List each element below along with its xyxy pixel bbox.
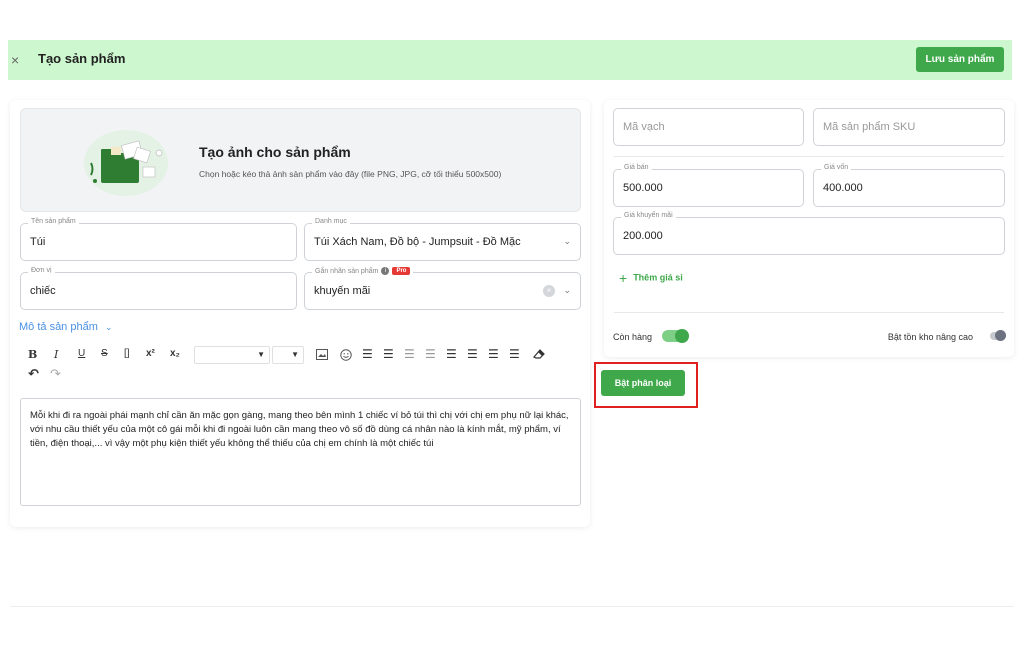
sell-price-field[interactable]: Giá bán 500.000 <box>613 164 804 207</box>
editor-toolbar: B I U S [] x² x₂ ▼ ▼ ☰ ☰ ☰ ☰ ☰ ☰ ☰ ☰ ↶ ↷ <box>20 346 580 396</box>
superscript-button[interactable]: x² <box>146 348 155 359</box>
product-name-label: Tên sản phẩm <box>28 218 79 225</box>
advanced-inventory-label: Bật tồn kho nâng cao <box>887 332 973 342</box>
unit-label: Đơn vị <box>28 267 55 274</box>
info-icon[interactable]: i <box>381 267 390 275</box>
align-center-icon[interactable]: ☰ <box>467 347 478 361</box>
italic-button[interactable]: I <box>54 348 58 361</box>
chevron-down-icon: ⌄ <box>563 285 571 295</box>
subscript-button[interactable]: x₂ <box>170 348 180 359</box>
page-title: Tạo sản phẩm <box>38 51 126 66</box>
save-product-button[interactable]: Lưu sản phẩm <box>916 47 1004 72</box>
align-left-icon[interactable]: ☰ <box>446 347 457 361</box>
align-right-icon[interactable]: ☰ <box>488 347 499 361</box>
bullet-list-icon[interactable]: ☰ <box>362 347 373 361</box>
cost-price-value: 400.000 <box>823 182 863 194</box>
upload-illustration-icon <box>84 130 168 196</box>
toggle-knob <box>995 330 1006 341</box>
indent-icon[interactable]: ☰ <box>425 347 436 361</box>
tag-label-wrap: Gắn nhãn sản phẩm i Pro <box>312 267 414 275</box>
chevron-down-icon: ⌄ <box>104 322 113 332</box>
plus-icon: + <box>619 270 628 286</box>
cost-price-field[interactable]: Giá vốn 400.000 <box>813 164 1005 207</box>
cost-price-label: Giá vốn <box>821 164 852 171</box>
close-icon[interactable]: × <box>11 52 19 68</box>
product-info-card: Tạo ảnh cho sản phẩm Chọn hoặc kéo thả ả… <box>10 100 590 527</box>
color-select[interactable]: ▼ <box>272 346 304 364</box>
numbered-list-icon[interactable]: ☰ <box>383 347 394 361</box>
sell-price-label: Giá bán <box>621 164 652 171</box>
category-label: Danh mục <box>312 218 350 225</box>
promo-price-value: 200.000 <box>623 230 663 242</box>
strikethrough-button[interactable]: S <box>101 348 108 359</box>
pricing-card: Mã vạch Mã sản phẩm SKU Giá bán 500.000 … <box>604 100 1014 357</box>
promo-price-label: Giá khuyến mãi <box>621 212 676 219</box>
chevron-down-icon: ⌄ <box>563 236 571 246</box>
toggle-knob <box>675 329 689 343</box>
add-wholesale-price-button[interactable]: + Thêm giá sỉ <box>619 270 683 286</box>
pro-badge: Pro <box>392 267 411 275</box>
tag-label: Gắn nhãn sản phẩm <box>315 267 379 275</box>
tag-value: khuyến mãi <box>314 285 371 297</box>
underline-button[interactable]: U <box>78 348 85 359</box>
description-editor[interactable]: Mỗi khi đi ra ngoài phái mạnh chỉ cần ăn… <box>20 398 581 506</box>
sku-placeholder: Mã sản phẩm SKU <box>823 121 916 133</box>
advanced-inventory-toggle[interactable] <box>990 330 1006 341</box>
sell-price-value: 500.000 <box>623 182 663 194</box>
tag-select[interactable]: Gắn nhãn sản phẩm i Pro khuyến mãi × ⌄ <box>304 267 581 310</box>
upload-subtitle: Chọn hoặc kéo thả ảnh sản phẩm vào đây (… <box>199 169 502 179</box>
align-justify-icon[interactable]: ☰ <box>509 347 520 361</box>
redo-button[interactable]: ↷ <box>50 366 61 382</box>
clear-icon[interactable]: × <box>543 285 555 297</box>
description-toggle-label: Mô tả sản phẩm <box>19 321 98 333</box>
bold-button[interactable]: B <box>28 348 37 361</box>
description-toggle[interactable]: Mô tả sản phẩm ⌄ <box>19 321 112 333</box>
barcode-placeholder: Mã vạch <box>623 121 665 133</box>
divider <box>614 156 1004 157</box>
code-button[interactable]: [] <box>124 348 130 359</box>
promo-price-field[interactable]: Giá khuyến mãi 200.000 <box>613 212 1005 255</box>
highlight-box: Bật phân loại <box>594 362 698 408</box>
sku-input[interactable]: Mã sản phẩm SKU <box>813 108 1005 146</box>
undo-button[interactable]: ↶ <box>28 366 39 382</box>
category-value: Túi Xách Nam, Đồ bộ - Jumpsuit - Đồ Mặc <box>314 236 521 248</box>
upload-title: Tạo ảnh cho sản phẩm <box>199 144 351 160</box>
in-stock-toggle[interactable] <box>662 329 689 343</box>
footer-divider <box>10 606 1014 607</box>
unit-value: chiếc <box>30 285 56 297</box>
category-select[interactable]: Danh mục Túi Xách Nam, Đồ bộ - Jumpsuit … <box>304 218 581 261</box>
product-name-field[interactable]: Tên sản phẩm Túi <box>20 218 297 261</box>
emoji-icon[interactable] <box>340 349 352 361</box>
product-name-value: Túi <box>30 236 46 248</box>
divider <box>614 312 1004 313</box>
font-size-select[interactable]: ▼ <box>194 346 270 364</box>
unit-field[interactable]: Đơn vị chiếc <box>20 267 297 310</box>
dropdown-arrow-icon: ▼ <box>291 350 299 359</box>
dropdown-arrow-icon: ▼ <box>257 350 265 359</box>
eraser-icon[interactable] <box>533 348 546 360</box>
image-upload-dropzone[interactable]: Tạo ảnh cho sản phẩm Chọn hoặc kéo thả ả… <box>20 108 581 212</box>
outdent-icon[interactable]: ☰ <box>404 347 415 361</box>
top-header-bar: × Tạo sản phẩm Lưu sản phẩm <box>8 40 1012 80</box>
in-stock-label: Còn hàng <box>613 332 653 342</box>
image-icon[interactable] <box>316 349 328 360</box>
barcode-input[interactable]: Mã vạch <box>613 108 804 146</box>
enable-variants-button[interactable]: Bật phân loại <box>601 370 685 396</box>
add-wholesale-label: Thêm giá sỉ <box>633 272 683 283</box>
